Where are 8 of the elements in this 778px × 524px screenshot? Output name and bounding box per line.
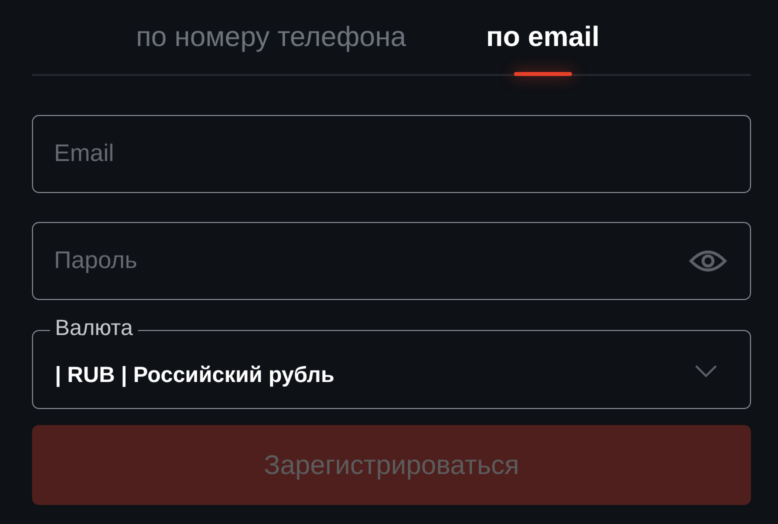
currency-value: | RUB | Российский рубль [55,362,334,388]
chevron-down-icon [694,364,718,378]
active-tab-indicator [514,72,572,76]
password-field[interactable]: Пароль [32,222,751,300]
eye-icon[interactable] [689,249,727,273]
tab[interactable]: по номеру телефона [136,0,406,74]
email-field[interactable]: Email [32,115,751,193]
tab[interactable]: по email [486,0,600,74]
